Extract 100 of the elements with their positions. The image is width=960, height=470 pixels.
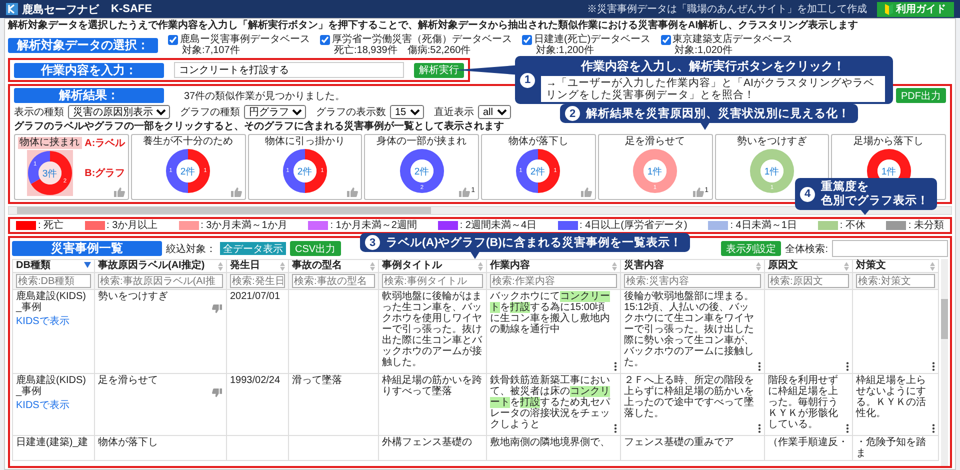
- table-cell-text: 階段を利用せずに枠組足場を上った。毎朝行うＫＹＫが形骸化している。: [768, 375, 839, 430]
- column-header[interactable]: 作業内容: [486, 260, 620, 272]
- task-input-field[interactable]: コンクリートを打設する: [174, 62, 404, 78]
- table-cell-text: ２Ｆへ上る時、所定の階段を上らずに枠組足場の筋かいを上ったので途中ですべって墜落した。: [624, 375, 755, 419]
- column-search-field[interactable]: 検索:対策文: [856, 274, 935, 288]
- column-header[interactable]: DB種類: [12, 260, 94, 272]
- checkbox[interactable]: [522, 34, 532, 44]
- column-search-field[interactable]: 検索:災害内容: [624, 274, 761, 288]
- more-icon[interactable]: [932, 424, 935, 433]
- column-search-field[interactable]: 検索:事例タイトル: [382, 274, 483, 288]
- more-icon[interactable]: [758, 362, 761, 371]
- thumbs-down-icon[interactable]: [212, 388, 222, 398]
- legend-label: : 4日以上(厚労省データ): [580, 220, 688, 231]
- cause-label[interactable]: 勢いをつけすぎ: [734, 136, 809, 148]
- table-cell-text: フェンス基礎の重みでア: [624, 437, 735, 448]
- more-icon[interactable]: [846, 424, 849, 433]
- step-number: 1: [520, 72, 535, 88]
- column-search-field[interactable]: 検索:事故原因ラベル(AI推: [98, 274, 223, 288]
- legend-label: : 3か月未満～1か月: [200, 220, 288, 231]
- thumbs-down-icon[interactable]: [212, 304, 222, 314]
- column-search-field[interactable]: 検索:DB種類: [16, 274, 91, 288]
- source-count: 死亡:18,939件 傷病:52,260件: [333, 45, 472, 56]
- column-header[interactable]: 対策文: [852, 260, 938, 272]
- filter-label: 直近表示: [434, 106, 474, 119]
- source-name[interactable]: 厚労省ー労働災害（死傷）データベース: [332, 34, 512, 45]
- table-cell-text: ・危険予知を踏ま: [856, 437, 927, 459]
- search-label: 全体検索:: [785, 242, 828, 256]
- cause-label-text: 勢いをつけすぎ: [98, 291, 169, 302]
- search-field[interactable]: [832, 240, 948, 257]
- db-type-text: 鹿島建設(KIDS)_事例: [16, 375, 87, 397]
- table-cell-text: 敷地南側の隣地境界側で、: [490, 437, 611, 448]
- filter-select[interactable]: all: [478, 105, 511, 119]
- cause-label[interactable]: 養生が不十分のため: [141, 136, 236, 148]
- chart-total: 2件: [180, 166, 196, 178]
- source-count: 対象:1,200件: [535, 45, 595, 56]
- cause-label[interactable]: 足場から落下し: [852, 136, 926, 148]
- legend-label: : 2週間未満～4日: [460, 220, 537, 231]
- more-icon[interactable]: [846, 362, 849, 371]
- thumbs-up-icon[interactable]: [347, 187, 358, 197]
- cause-label[interactable]: 物体に挟まれ: [18, 137, 82, 149]
- column-search-field[interactable]: 検索:事故の型名: [292, 274, 375, 288]
- column-header[interactable]: 原因文: [764, 260, 852, 272]
- donut-slice[interactable]: [400, 148, 444, 194]
- table-cell-text: 滑って墜落: [292, 375, 343, 386]
- column-header[interactable]: 事例タイトル: [378, 260, 486, 272]
- cause-label[interactable]: 足を滑らせて: [623, 136, 688, 148]
- kids-link[interactable]: KIDSで表示: [16, 400, 70, 411]
- app-name: 鹿島セーフナビ: [22, 2, 99, 16]
- scrollbar[interactable]: [8, 206, 952, 215]
- table-cell: 軟弱地盤に後輪がはまった生コン車を、バックホウを使用しワイヤーで引っ張った。抜け出た際に生コン車とバックホウのアームが接触した。: [382, 291, 483, 368]
- callout-text: 解析結果を災害原因別、災害状況別に見える化！: [586, 106, 850, 120]
- thumbs-up-icon[interactable]: [692, 187, 704, 197]
- source-name[interactable]: 東京建築支店データベース: [672, 34, 793, 45]
- chart-total: 1件: [647, 166, 663, 178]
- more-icon[interactable]: [614, 424, 617, 433]
- chart-total: 1件: [764, 166, 780, 178]
- more-icon[interactable]: [932, 362, 935, 371]
- chart-total: 2件: [297, 166, 313, 178]
- annotation-label: A:ラベル: [84, 137, 126, 150]
- source-name[interactable]: 鹿島ー災害事例データベース: [180, 34, 310, 45]
- callout-text: →「ユーザーが入力した作業内容」と「AIがクラスタリングやラベリングをした災害事例データ」とを照合！: [541, 76, 885, 102]
- logo-icon: [6, 3, 18, 15]
- legend-label: : 未分類: [908, 220, 944, 231]
- thumbs-up-icon[interactable]: [580, 187, 592, 197]
- more-icon[interactable]: [614, 362, 617, 371]
- column-search-field[interactable]: 検索:原因文: [768, 274, 849, 288]
- cause-label[interactable]: 身体の一部が挟まれ: [374, 136, 469, 148]
- hint-text: グラフのラベルやグラフの一部をクリックすると、そのグラフに含まれる災害事例が一覧として表示されます: [14, 121, 504, 132]
- column-header[interactable]: 事故の型名: [288, 260, 378, 272]
- thumbs-up-icon[interactable]: [230, 187, 242, 197]
- filter-select[interactable]: 15: [390, 105, 424, 119]
- column-header[interactable]: 事故原因ラベル(AI推定): [94, 260, 226, 272]
- column-header[interactable]: 災害内容: [620, 260, 764, 272]
- checkbox[interactable]: [168, 34, 178, 44]
- thumbs-up-icon[interactable]: [114, 187, 125, 197]
- cause-label-text: 物体が落下し: [98, 437, 159, 448]
- product-name: K-SAFE: [111, 3, 152, 15]
- filter-label: グラフの表示数: [316, 106, 386, 119]
- filter-select[interactable]: 災害の原因別表示: [68, 105, 170, 119]
- source-name[interactable]: 日建連(死亡)データベース: [534, 34, 651, 45]
- result-summary: 37件の類似作業が見つかりました。: [184, 90, 346, 102]
- callout-text: ラベル(A)やグラフ(B)に含まれる災害事例を一覧表示！: [386, 236, 682, 250]
- description-text: 解析対象データを選択したうえで作業内容を入力し「解析実行ボタン」を押下することで、解析対象データから抽出された類似作業における災害事例をAI解析し、クラスタリング表示します: [8, 20, 858, 32]
- checkbox[interactable]: [660, 34, 671, 44]
- step-number: 4: [800, 186, 815, 202]
- thumbs-up-icon[interactable]: [459, 187, 470, 197]
- kids-link[interactable]: KIDSで表示: [16, 316, 70, 327]
- more-icon[interactable]: [758, 424, 761, 433]
- checkbox[interactable]: [320, 34, 330, 44]
- column-search-field[interactable]: 検索:発生日: [230, 274, 285, 288]
- cause-label[interactable]: 物体が落下し: [506, 136, 570, 148]
- scrollbar[interactable]: [941, 259, 948, 466]
- callout-title: 作業内容を入力し、解析実行ボタンをクリック！: [580, 58, 846, 75]
- table-cell-text: 鉄骨鉄筋造新築工事において、被災者は床のコンクリートを打設するため丸セパレータの溶接状況をチェックしようと: [490, 375, 612, 430]
- legend-label: : 3か月以上: [106, 220, 158, 231]
- column-search-field[interactable]: 検索:作業内容: [490, 274, 617, 288]
- filter-select[interactable]: 円グラフ: [244, 105, 306, 119]
- chart-total: 3件: [42, 168, 58, 180]
- cause-label[interactable]: 物体に引っ掛かり: [262, 136, 347, 148]
- column-header[interactable]: 発生日: [226, 260, 288, 272]
